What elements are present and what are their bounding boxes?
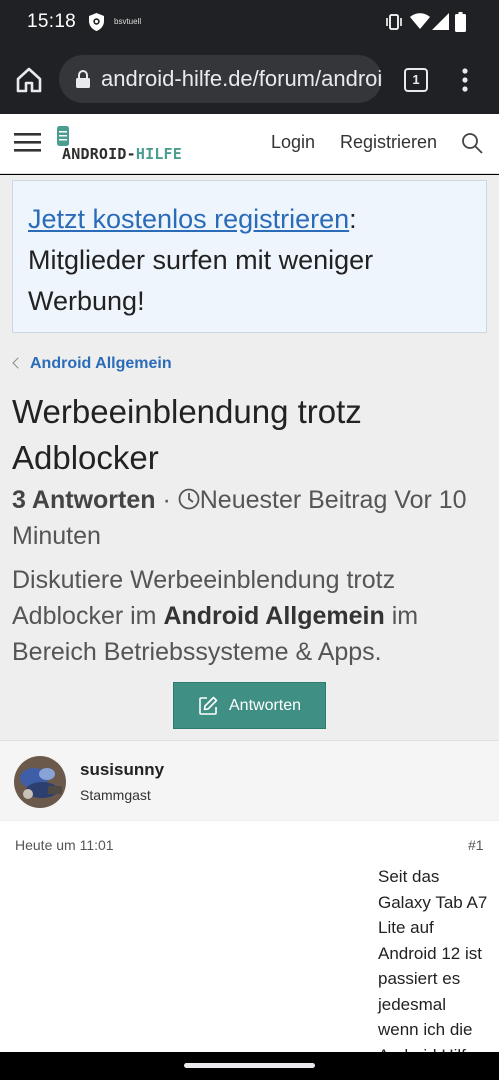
clock-icon xyxy=(178,488,200,510)
site-header: ANDROID-HILFE Login Registrieren xyxy=(0,114,499,174)
login-link[interactable]: Login xyxy=(271,132,315,153)
author-name[interactable]: susisunny xyxy=(80,760,164,780)
address-bar[interactable]: android-hilfe.de/forum/android-allgemein xyxy=(59,55,382,103)
post-body: Seit das Galaxy Tab A7 Lite auf Android … xyxy=(378,867,488,1052)
hamburger-icon[interactable] xyxy=(14,130,41,154)
thread-title: Werbeeinblendung trotz Adblocker xyxy=(12,393,362,476)
system-navigation-bar xyxy=(0,1052,499,1080)
main-content: Jetzt kostenlos registrieren: Mitglieder… xyxy=(0,175,499,1052)
vibrate-icon xyxy=(386,14,402,30)
breadcrumb-label[interactable]: Android Allgemein xyxy=(30,355,172,372)
home-icon[interactable] xyxy=(14,65,44,95)
lock-icon[interactable] xyxy=(75,70,91,88)
search-icon[interactable] xyxy=(460,131,484,155)
post-date[interactable]: Heute um 11:01 xyxy=(15,837,114,853)
register-cta-link[interactable]: Jetzt kostenlos registrieren xyxy=(28,204,349,234)
clock-time: 15:18 xyxy=(27,11,77,32)
url-text[interactable]: android-hilfe.de/forum/android-allgemein xyxy=(101,66,382,92)
avatar-image xyxy=(14,756,66,808)
tab-count: 1 xyxy=(412,72,420,87)
forum-name: Android Allgemein xyxy=(163,602,385,630)
avatar[interactable] xyxy=(14,756,66,808)
battery-icon xyxy=(455,12,466,32)
reply-button[interactable]: Antworten xyxy=(173,682,326,729)
notice-text: Mitglieder surfen mit weniger Werbung! xyxy=(28,245,374,316)
status-bar: 15:18 bsvtuell xyxy=(0,0,499,44)
gesture-handle[interactable] xyxy=(184,1063,315,1068)
shield-icon xyxy=(89,13,104,31)
more-vert-icon[interactable] xyxy=(456,66,474,94)
notification-app-label: bsvtuell xyxy=(114,17,142,26)
register-link[interactable]: Registrieren xyxy=(340,132,437,153)
post-number[interactable]: #1 xyxy=(468,837,484,853)
wifi-icon xyxy=(410,13,430,29)
site-logo[interactable]: ANDROID-HILFE xyxy=(56,124,186,168)
cellular-icon xyxy=(432,13,449,30)
logo-wordmark: ANDROID-HILFE xyxy=(62,145,183,163)
tabs-icon[interactable]: 1 xyxy=(404,68,428,92)
thread-meta: 3 Antworten · Neuester Beitrag Vor 10 Mi… xyxy=(12,486,467,550)
breadcrumb[interactable]: Android Allgemein xyxy=(12,355,172,373)
browser-toolbar: android-hilfe.de/forum/android-allgemein… xyxy=(0,44,499,114)
author-role: Stammgast xyxy=(80,787,151,803)
register-notice: Jetzt kostenlos registrieren: Mitglieder… xyxy=(12,180,487,333)
chevron-left-icon xyxy=(12,357,24,369)
reply-button-label[interactable]: Antworten xyxy=(229,697,301,715)
thread-description: Diskutiere Werbeeinblendung trotz Adbloc… xyxy=(12,566,419,666)
reply-count: 3 Antworten xyxy=(12,486,156,514)
post: Heute um 11:01 #1 Seit das Galaxy Tab A7… xyxy=(0,821,499,1052)
post-author: susisunny Stammgast xyxy=(0,740,499,820)
edit-icon xyxy=(199,696,218,715)
